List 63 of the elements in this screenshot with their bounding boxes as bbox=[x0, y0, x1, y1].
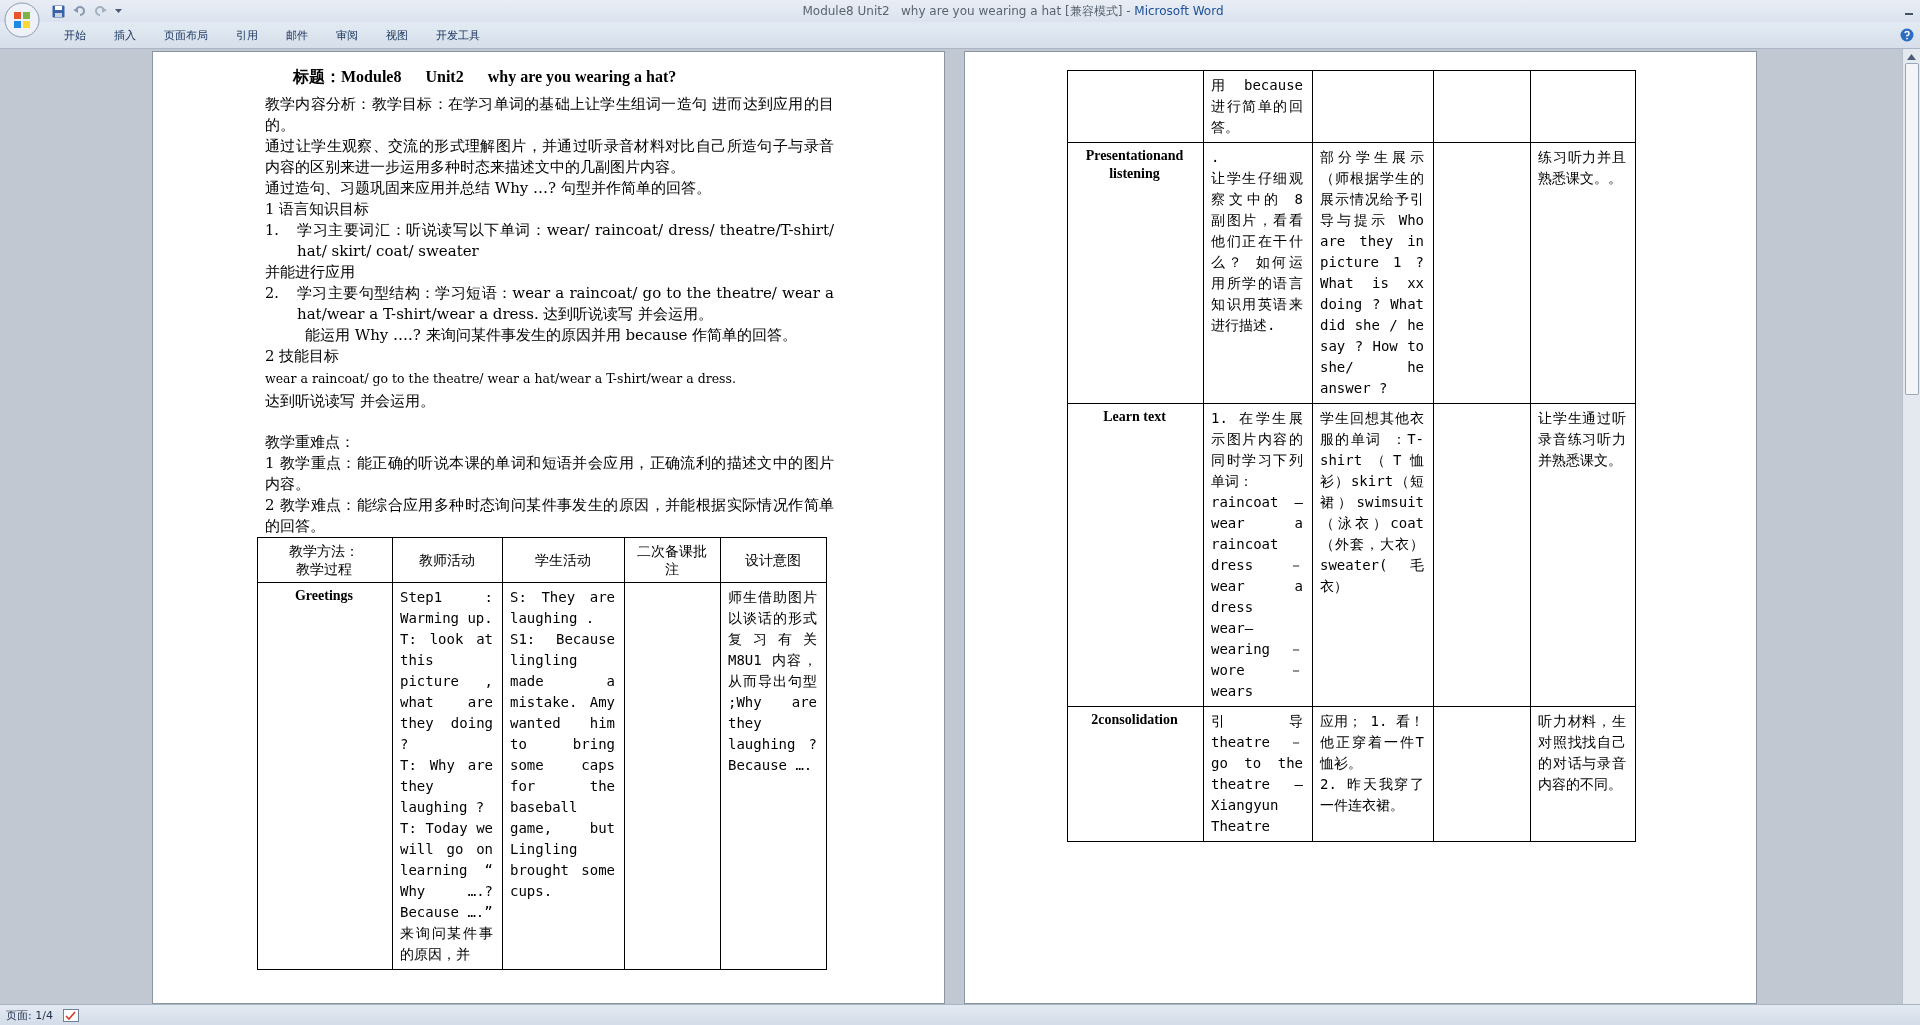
column-header: 学生活动 bbox=[533, 551, 592, 569]
paragraph: 1 语言知识目标 bbox=[265, 199, 371, 220]
stage-label: Presentationand listening bbox=[1084, 147, 1185, 183]
cell-text: 练习听力并且熟悉课文。。 bbox=[1538, 148, 1626, 188]
cell-text: S1: Because lingling made a mistake. Amy wanted him to bring some caps for the baseball game, but Lingling brought some cups. bbox=[510, 630, 615, 901]
proofing-icon[interactable] bbox=[62, 1008, 79, 1022]
column-header: 教学方法： bbox=[288, 542, 360, 560]
cell-text: 让学生通过听录音练习听力并熟悉课文。 bbox=[1538, 409, 1626, 470]
cell-text: 引导 theatre －go to the theatre —Xiangyun Theatre bbox=[1211, 712, 1303, 836]
paragraph: 并能进行应用 bbox=[265, 262, 356, 283]
cell-text: S: They are laughing . bbox=[510, 588, 615, 628]
cell-text: T: Why are they laughing ? bbox=[400, 756, 493, 817]
paragraph: 教学内容分析：教学目标：在学习单词的基础上让学生组词一造句 进而达到应用的目的。 bbox=[265, 94, 834, 136]
column-header: 二次备课批注 bbox=[635, 542, 708, 578]
vertical-scrollbar[interactable] bbox=[1902, 49, 1920, 1004]
cell-text: 应用； 1. 看！他正穿着一件T恤衫。 bbox=[1320, 712, 1424, 773]
scroll-up-icon[interactable] bbox=[1907, 53, 1916, 61]
cell-text: T: look at this picture , what are they doing ? bbox=[400, 630, 493, 754]
paragraph: 2 技能目标 bbox=[265, 346, 341, 367]
dropdown-icon[interactable] bbox=[115, 8, 122, 14]
stage-label: Learn text bbox=[1102, 408, 1167, 426]
window-title: Module8 Unit2 why are you wearing a hat [兼容模式] - Microsoft Word bbox=[801, 2, 1225, 20]
cell-text: 让学生仔细观察文中的 8 副图片，看看他们正在干什么？ 如何运用所学的语言知识用英语来进行描述. bbox=[1211, 169, 1303, 335]
ribbon-tab[interactable]: 开始 bbox=[50, 23, 100, 47]
ribbon-tab[interactable]: 审阅 bbox=[322, 23, 372, 47]
stage-label: Greetings bbox=[293, 587, 355, 605]
cell-text: wear—wearing －wore －wears bbox=[1211, 619, 1303, 701]
cell-text: T: Today we will go on learning “ Why ….? Because ….” bbox=[400, 819, 493, 922]
column-header: 教学过程 bbox=[295, 560, 353, 578]
paragraph: 教学重难点： bbox=[265, 432, 356, 453]
paragraph: 能运用 Why ….? 来询问某件事发生的原因并用 because 作简单的回答。 bbox=[304, 325, 799, 346]
cell-text: 师生借助图片以谈话的形式复习有关 M8U1 内容，从而导出句型 ;Why are they laughing ? Because …. bbox=[728, 588, 817, 775]
column-header: 教师活动 bbox=[417, 551, 476, 569]
paragraph: 学习主要词汇：听说读写以下单词：wear/ raincoat/ dress/ theatre/T-shirt/ hat/ skirt/ coat/ sweater bbox=[297, 220, 834, 262]
cell-text: 用 because 进行简单的回答。 bbox=[1211, 76, 1303, 137]
ribbon-tab[interactable]: 引用 bbox=[222, 23, 272, 47]
cell-text: 学生回想其他衣服的单词 ：T-shirt（T恤衫）skirt（短裙）swimsuit（泳衣）coat （外套，大衣）sweater(毛衣） bbox=[1320, 409, 1424, 596]
cell-text: 听力材料，生对照找找自己的对话与录音内容的不同。 bbox=[1538, 712, 1626, 794]
paragraph: 达到听说读写 并会运用。 bbox=[265, 391, 436, 412]
ribbon-tab[interactable]: 开发工具 bbox=[422, 23, 494, 47]
cell-text: 2. 昨天我穿了一件连衣裙。 bbox=[1320, 775, 1424, 815]
list-number: 1. bbox=[265, 221, 280, 240]
cell-text: 部分学生展示（师根据学生的展示情况给予引导与提示 Who are they in picture 1 ? What is xx doing ? What did she / he say ? How to she/ he answer ? bbox=[1320, 148, 1424, 398]
list-number: 2. bbox=[265, 284, 280, 303]
paragraph: wear a raincoat/ go to the theatre/ wear a hat/wear a T-shirt/wear a dress. bbox=[265, 370, 737, 388]
paragraph: 1 教学重点：能正确的听说本课的单词和短语并会应用，正确流利的描述文中的图片内容。 bbox=[265, 453, 834, 495]
cell-text: Step1 : Warming up. bbox=[400, 588, 493, 628]
save-icon[interactable] bbox=[52, 4, 65, 18]
paragraph: 2 教学难点：能综合应用多种时态询问某件事发生的原因，并能根据实际情况作简单的回答。 bbox=[265, 495, 834, 537]
ribbon-tab[interactable]: 视图 bbox=[372, 23, 422, 47]
paragraph: 通过让学生观察、交流的形式理解图片，并通过听录音材料对比自己所造句子与录音内容的区别来进一步运用多种时态来描述文中的几副图片内容。 bbox=[265, 136, 834, 178]
document-heading: 标题：Module8 Unit2 why are you wearing a hat? bbox=[293, 67, 678, 88]
paragraph: 学习主要句型结构：学习短语：wear a raincoat/ go to the theatre/ wear a hat/wear a T-shirt/wear a dress. 达到听说读写 并会运用。 bbox=[297, 283, 834, 325]
column-header: 设计意图 bbox=[743, 551, 802, 569]
cell-text: . bbox=[1211, 148, 1221, 167]
page-indicator: 页面: 1/4 bbox=[6, 1007, 53, 1023]
ribbon-tab[interactable]: 插入 bbox=[100, 23, 150, 47]
cell-text: 来询问某件事的原因，并 bbox=[400, 924, 493, 964]
ribbon-tab[interactable]: 页面布局 bbox=[150, 23, 222, 47]
paragraph: 通过造句、习题巩固来应用并总结 Why …? 句型并作简单的回答。 bbox=[265, 178, 712, 199]
help-icon[interactable] bbox=[1900, 28, 1914, 42]
stage-label: 2consolidation bbox=[1090, 711, 1179, 729]
ribbon-tab[interactable]: 邮件 bbox=[272, 23, 322, 47]
